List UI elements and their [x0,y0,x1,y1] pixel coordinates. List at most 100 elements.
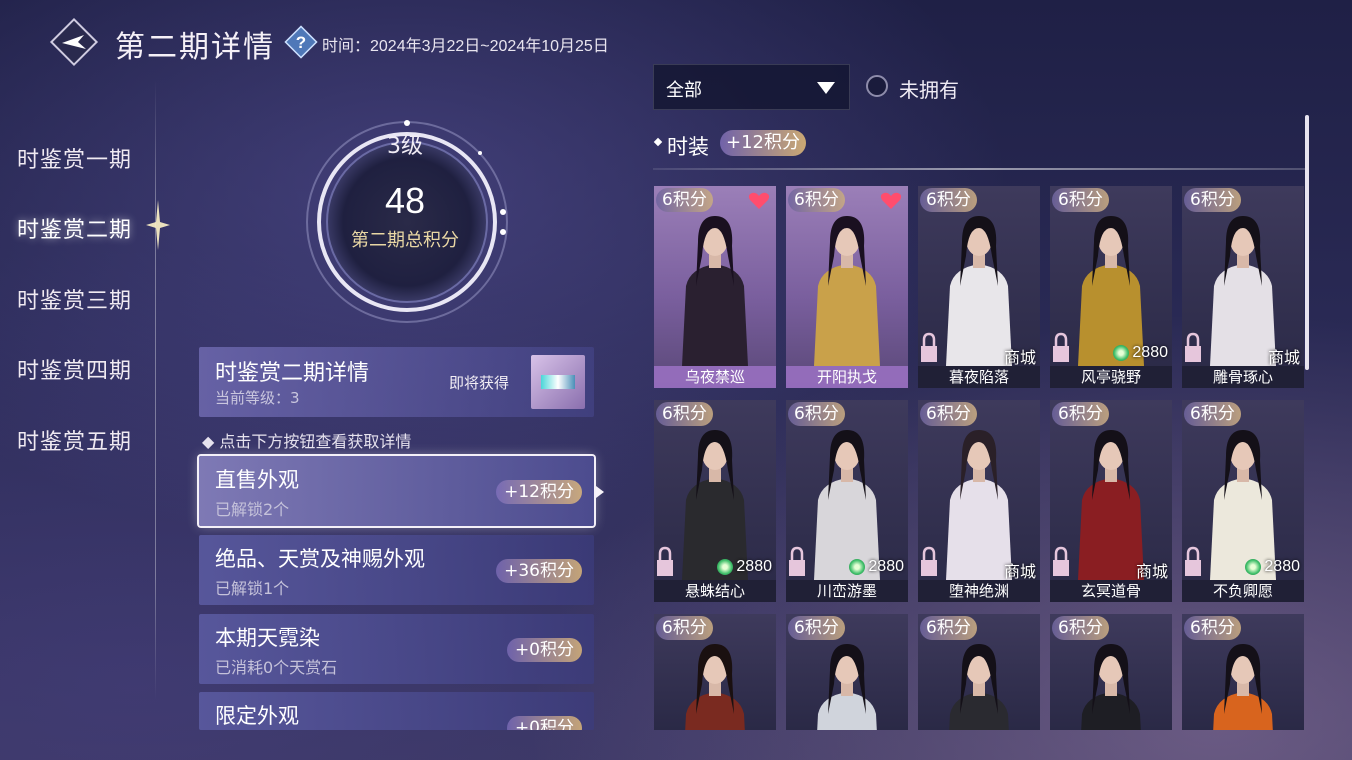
character-figure [1213,644,1273,730]
outfit-price: 商城 [1268,344,1300,368]
outfit-price: 2880 [1245,558,1300,576]
filter-dropdown[interactable]: 全部 [653,64,850,110]
scrollbar[interactable] [1305,115,1309,370]
lock-icon [921,546,937,576]
outfit-card[interactable]: 6积分 [1182,614,1304,730]
total-score-label: 第二期总积分 [351,230,459,251]
outfit-points-badge: 6积分 [920,402,977,426]
outfit-price: 2880 [1113,344,1168,362]
heart-icon[interactable] [748,192,770,210]
outfit-card[interactable]: 6积分 [654,614,776,730]
hint-text: ◆ 点击下方按钮查看获取详情 [202,432,412,451]
outfit-card[interactable]: 6积分商城 暮夜陷落 [918,186,1040,388]
character-figure [685,644,745,730]
outfit-card[interactable]: 6积分 开阳执戈 [786,186,908,388]
outfit-name: 风亭骁野 [1050,366,1172,388]
outfit-card[interactable]: 6积分 [1050,614,1172,730]
active-star-icon [146,200,170,250]
category-title: 本期天霓染 [215,626,320,650]
category-subtitle: 已消耗0个天赏石 [215,658,338,677]
outfit-points-badge: 6积分 [1052,616,1109,640]
character-figure [1081,644,1141,730]
character-figure [1210,430,1276,580]
outfit-name: 玄冥道骨 [1050,580,1172,602]
category-dye[interactable]: 本期天霓染 已消耗0个天赏石 +0积分 [199,614,594,684]
outfit-name: 悬蛛结心 [654,580,776,602]
category-premium-outfits[interactable]: 绝品、天赏及神赐外观 已解锁1个 +36积分 [199,535,594,605]
outfit-points-badge: 6积分 [1184,616,1241,640]
outfit-points-badge: 6积分 [1052,402,1109,426]
category-direct-sale[interactable]: 直售外观 已解锁2个 +12积分 [199,456,594,526]
lock-icon [921,332,937,362]
character-figure [682,216,748,366]
section-bullet-icon [653,137,663,147]
outfit-card[interactable]: 6积分 商城 雕骨琢心 [1182,186,1304,388]
outfit-points-badge: 6积分 [920,188,977,212]
outfit-card[interactable]: 6积分 2880 不负卿愿 [1182,400,1304,602]
section-title: 时装 [667,135,709,159]
price-value: 2880 [736,558,772,575]
chevron-down-icon [817,82,835,94]
outfit-name: 雕骨琢心 [1182,366,1304,388]
heart-icon[interactable] [880,192,902,210]
lock-icon [1053,332,1069,362]
price-value: 2880 [868,558,904,575]
outfit-card[interactable]: 6积分 乌夜禁巡 [654,186,776,388]
unowned-label: 未拥有 [899,78,959,102]
outfit-card[interactable]: 6积分 [918,614,1040,730]
outfit-card[interactable]: 6积分商城 玄冥道骨 [1050,400,1172,602]
level-label: 3级 [387,134,423,159]
nav-item-period-3[interactable]: 时鉴赏三期 [17,283,132,315]
outfit-card[interactable]: 6积分 [786,614,908,730]
category-points: +0积分 [506,638,582,662]
category-title: 限定外观 [215,704,299,728]
section-points: +12积分 [720,130,806,156]
nav-item-period-5[interactable]: 时鉴赏五期 [17,424,132,456]
character-figure [682,430,748,580]
outfit-name: 川峦游墨 [786,580,908,602]
character-figure [949,644,1009,730]
upcoming-reward-thumbnail[interactable] [531,355,585,409]
outfit-price: 商城 [1004,558,1036,582]
character-figure [1078,430,1144,580]
category-points: +0积分 [506,716,582,730]
outfit-points-badge: 6积分 [1052,188,1109,212]
category-limited[interactable]: 限定外观 +0积分 [199,692,594,730]
category-title: 直售外观 [215,468,299,492]
filter-value: 全部 [666,80,702,101]
current-level: 当前等级：3 [215,389,300,407]
price-value: 商城 [1135,564,1168,581]
outfit-points-badge: 6积分 [656,616,713,640]
outfit-name: 暮夜陷落 [918,366,1040,388]
help-icon[interactable]: ? [283,24,319,60]
nav-item-period-2[interactable]: 时鉴赏二期 [17,212,132,244]
total-score: 48 [384,180,426,221]
price-value: 商城 [1267,350,1300,367]
outfit-name: 乌夜禁巡 [654,366,776,388]
period-detail-card[interactable]: 时鉴赏二期详情 当前等级：3 即将获得 [199,347,594,417]
outfit-card[interactable]: 6积分 2880 川峦游墨 [786,400,908,602]
hint-label: 点击下方按钮查看获取详情 [219,432,412,451]
back-icon[interactable] [48,16,100,68]
outfit-points-badge: 6积分 [1184,402,1241,426]
price-value: 2880 [1132,344,1168,361]
outfit-name: 不负卿愿 [1182,580,1304,602]
price-value: 商城 [1003,350,1036,367]
unowned-toggle[interactable] [866,75,888,97]
outfit-points-badge: 6积分 [788,402,845,426]
nav-item-period-4[interactable]: 时鉴赏四期 [17,353,132,385]
outfit-card[interactable]: 6积分 2880 悬蛛结心 [654,400,776,602]
nav-item-period-1[interactable]: 时鉴赏一期 [17,142,132,174]
price-value: 2880 [1264,558,1300,575]
category-title: 绝品、天赏及神赐外观 [215,547,425,571]
selected-arrow-icon [596,486,604,498]
outfit-card[interactable]: 6积分商城 堕神绝渊 [918,400,1040,602]
outfit-card[interactable]: 6积分 2880 风亭骁野 [1050,186,1172,388]
outfit-price: 商城 [1004,344,1036,368]
outfit-name: 堕神绝渊 [918,580,1040,602]
nav-divider [155,80,156,700]
outfit-name: 开阳执戈 [786,366,908,388]
lock-icon [789,546,805,576]
jade-currency-icon [717,559,734,575]
lock-icon [1185,332,1201,362]
